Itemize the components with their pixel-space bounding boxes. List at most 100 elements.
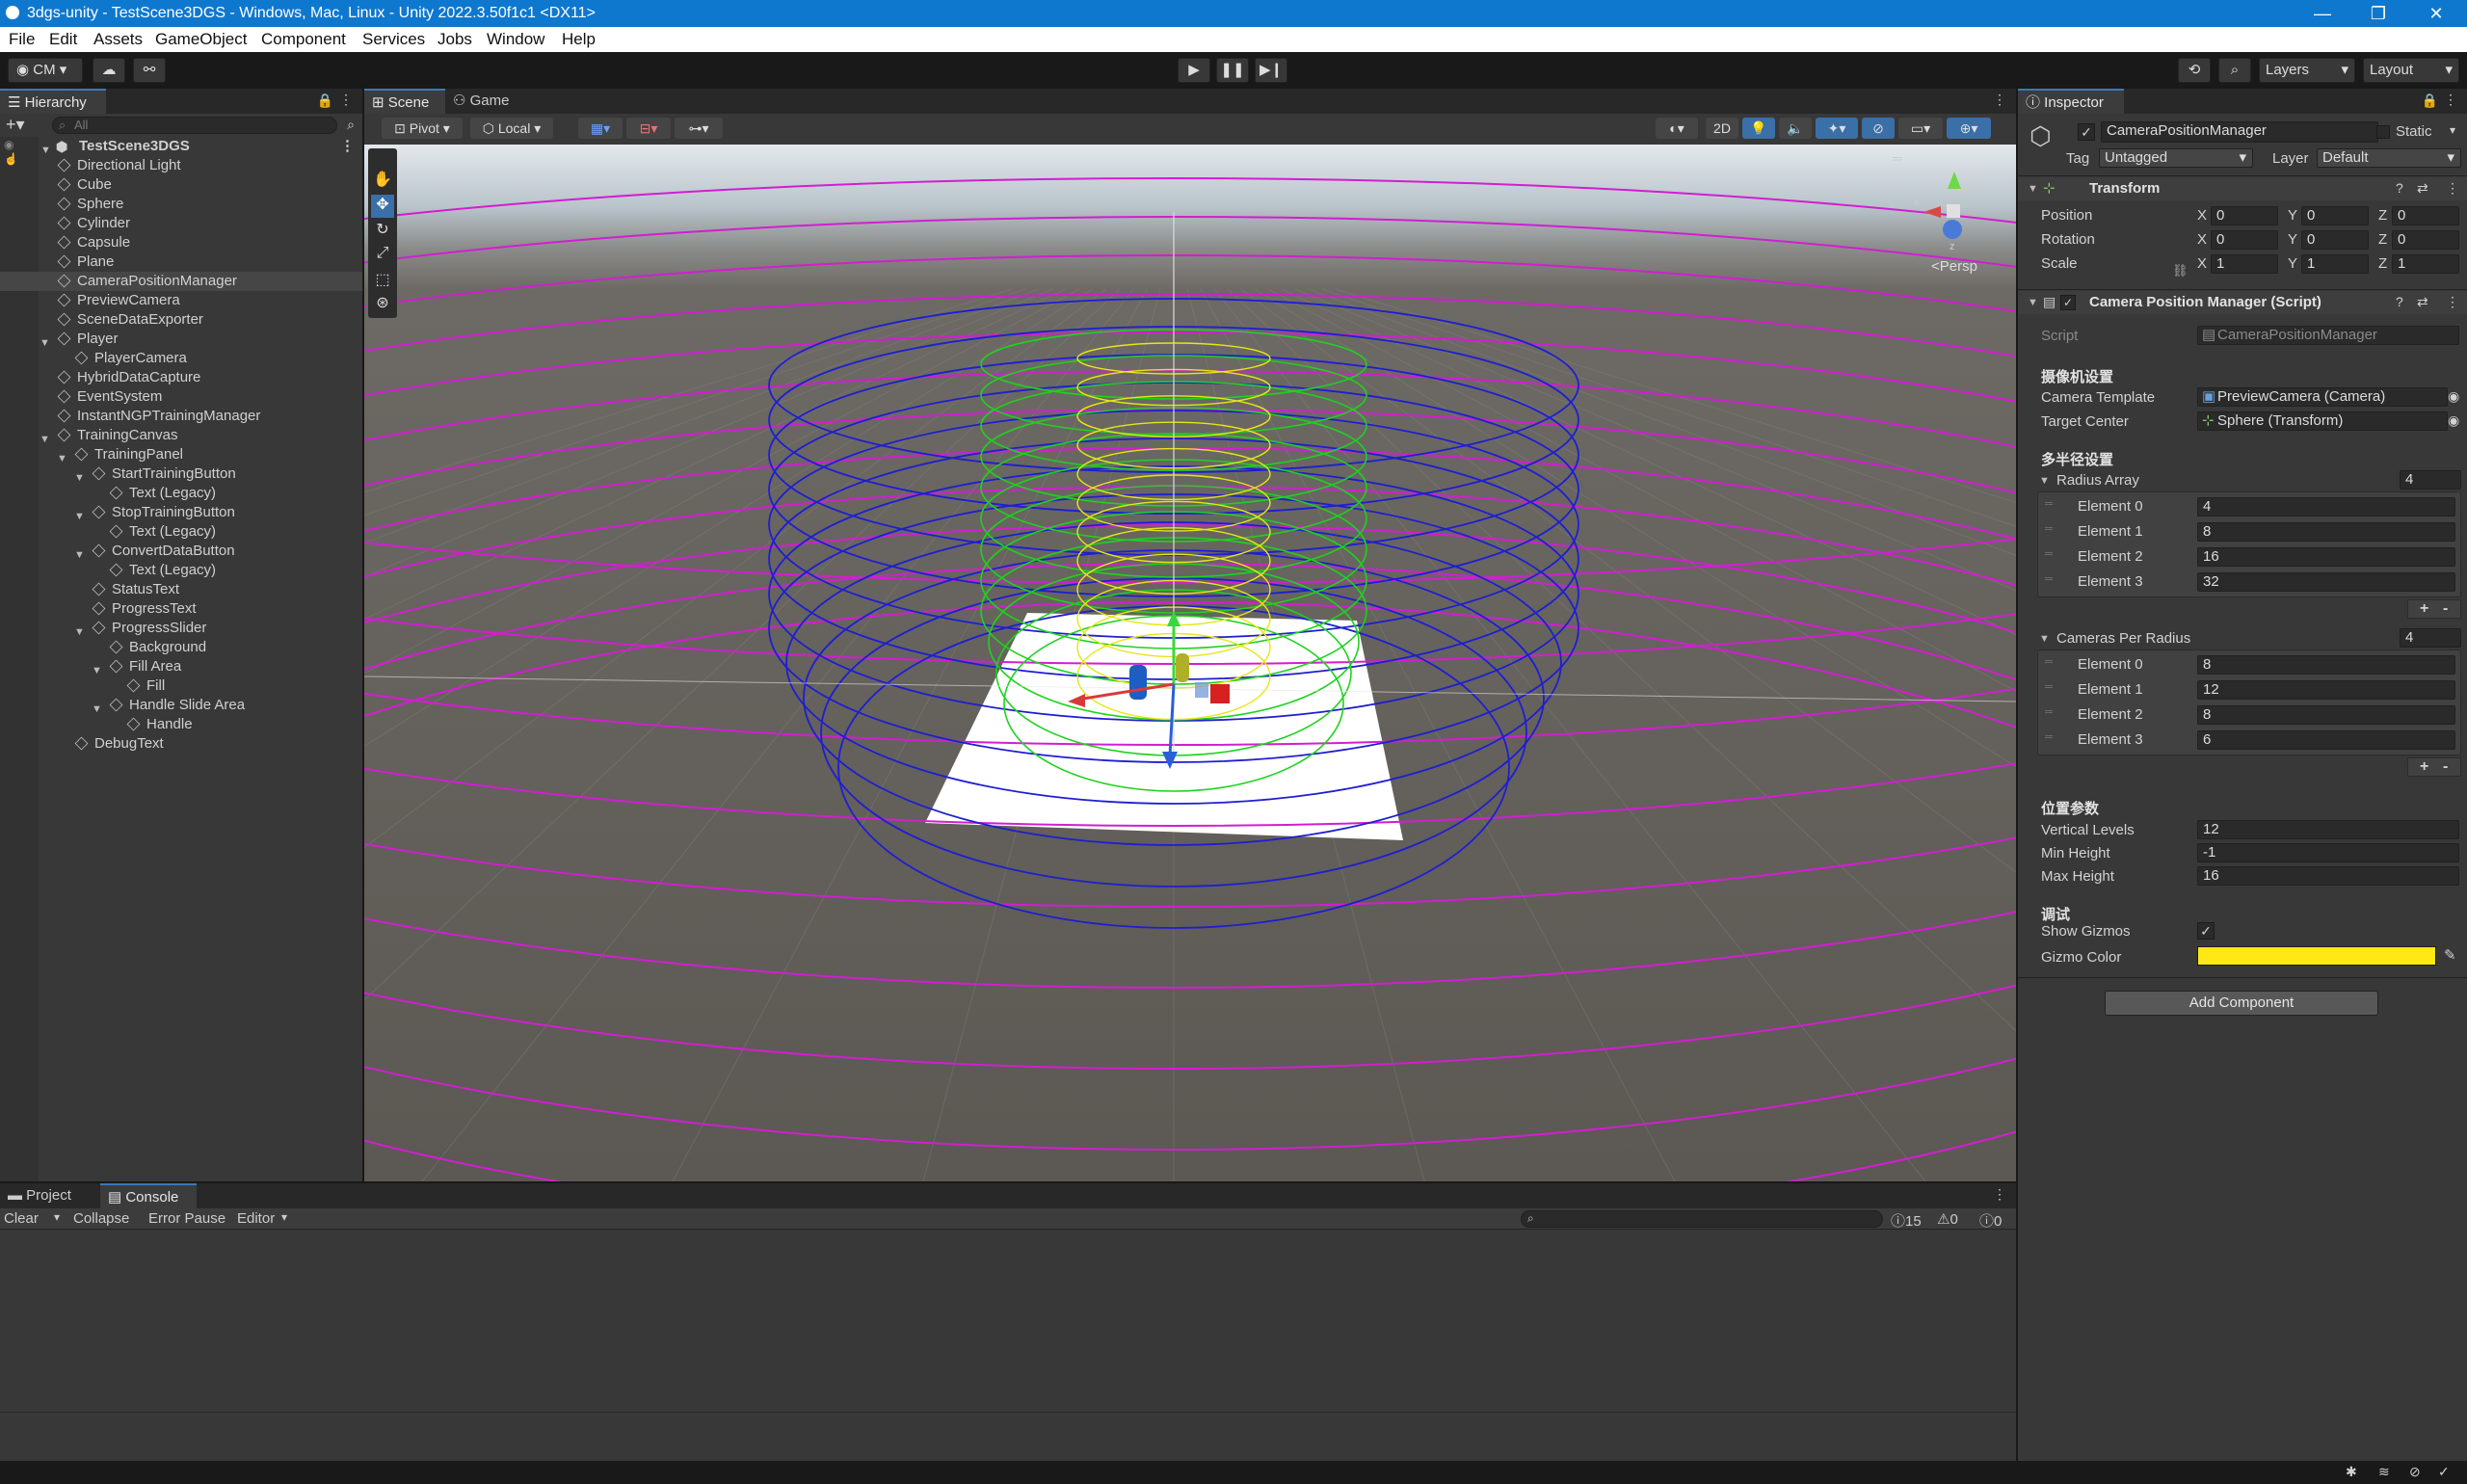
hierarchy-item[interactable]: Fill	[0, 676, 362, 696]
hierarchy-item[interactable]: ▼ Fill Area	[0, 657, 362, 676]
array-element-field[interactable]: 6	[2197, 730, 2455, 750]
hierarchy-item[interactable]: ▼ StartTrainingButton	[0, 464, 362, 484]
tab-scene[interactable]: ⊞ Scene	[364, 89, 445, 114]
lighting-icon[interactable]: 💡	[1742, 118, 1775, 139]
kebab-menu-icon[interactable]: ⋮	[2446, 294, 2459, 310]
hierarchy-item[interactable]: Directional Light	[0, 156, 362, 175]
show-gizmos-checkbox[interactable]: ✓	[2197, 922, 2215, 940]
add-icon[interactable]: +▾	[6, 115, 25, 135]
vertical-levels-field[interactable]: 12	[2197, 820, 2459, 839]
static-checkbox[interactable]	[2376, 125, 2390, 139]
help-icon[interactable]: ?	[2396, 294, 2403, 309]
active-checkbox[interactable]: ✓	[2078, 123, 2095, 141]
tab-hierarchy[interactable]: ☰ Hierarchy	[0, 89, 106, 114]
warning-count[interactable]: ⚠0	[1937, 1210, 1958, 1228]
drag-handle-icon[interactable]: ═	[2045, 731, 2053, 743]
collab-icon[interactable]: ⚯	[133, 58, 166, 83]
cache-icon[interactable]: ≋	[2378, 1464, 2390, 1480]
expand-arrow-icon[interactable]: ▼	[2028, 297, 2038, 308]
hierarchy-item[interactable]: Handle	[0, 715, 362, 734]
layers-dropdown[interactable]: Layers ▾	[2259, 58, 2355, 83]
hierarchy-item[interactable]: PreviewCamera	[0, 291, 362, 310]
array-element-field[interactable]: 16	[2197, 547, 2455, 567]
hierarchy-item[interactable]: Cylinder	[0, 214, 362, 233]
hierarchy-item[interactable]: SceneDataExporter	[0, 310, 362, 330]
projection-toggle[interactable]: <Persp	[1931, 258, 1977, 275]
hierarchy-item[interactable]: EventSystem	[0, 387, 362, 407]
minimize-button[interactable]: —	[2295, 0, 2349, 27]
collapse-button[interactable]: Collapse	[73, 1210, 129, 1227]
transform-y-field[interactable]: 0	[2301, 206, 2369, 225]
component-enabled-checkbox[interactable]: ✓	[2060, 295, 2076, 310]
hierarchy-item[interactable]: DebugText	[0, 734, 362, 754]
chevron-down-icon[interactable]: ▾	[2450, 123, 2455, 137]
array-element-field[interactable]: 12	[2197, 680, 2455, 700]
grid-snap-icon[interactable]: ▦▾	[578, 118, 623, 139]
error-count[interactable]: ⓘ0	[1979, 1210, 2002, 1231]
drag-handle-icon[interactable]: ═	[2045, 548, 2053, 560]
kebab-menu-icon[interactable]: ⋮	[2444, 92, 2457, 108]
info-count[interactable]: ⓘ15	[1891, 1210, 1922, 1231]
kebab-menu-icon[interactable]: ⋮	[1993, 1186, 2006, 1203]
kebab-menu-icon[interactable]: ⋮	[340, 137, 355, 156]
mode-2d-button[interactable]: 2D	[1706, 118, 1738, 139]
array-element-field[interactable]: 32	[2197, 572, 2455, 592]
target-center-field[interactable]: ⊹ Sphere (Transform)	[2197, 411, 2448, 431]
scene-viewport[interactable]: ✋ ✥ ↻ ⤢ ⬚ ⊛ x z <Persp ═	[364, 145, 2016, 1181]
cameras-per-radius-size-field[interactable]: 4	[2400, 628, 2461, 648]
hierarchy-item[interactable]: CameraPositionManager	[0, 272, 362, 291]
lock-icon[interactable]: 🔒	[317, 93, 333, 109]
snap-icon[interactable]: ⊟▾	[626, 118, 671, 139]
drag-handle-icon[interactable]: ═	[2045, 498, 2053, 510]
pivot-dropdown[interactable]: ⊡ Pivot ▾	[382, 118, 463, 139]
chevron-down-icon[interactable]: ▾	[54, 1210, 60, 1224]
transform-z-field[interactable]: 0	[2392, 230, 2459, 250]
min-height-field[interactable]: -1	[2197, 843, 2459, 862]
hierarchy-item[interactable]: ▼ TrainingPanel	[0, 445, 362, 464]
hierarchy-item[interactable]: StatusText	[0, 580, 362, 599]
gizmo-color-swatch[interactable]	[2197, 946, 2436, 966]
transform-z-field[interactable]: 1	[2392, 254, 2459, 274]
orientation-gizmo[interactable]: x z <Persp	[1895, 152, 2014, 287]
add-element-button[interactable]: +	[2420, 600, 2428, 618]
overlay-menu-icon[interactable]: ═	[1893, 150, 1902, 166]
error-pause-button[interactable]: Error Pause	[148, 1210, 225, 1227]
drag-handle-icon[interactable]: ═	[2045, 573, 2053, 585]
close-button[interactable]: ✕	[2409, 0, 2463, 27]
tab-console[interactable]: ▤ Console	[100, 1183, 197, 1208]
object-picker-icon[interactable]: ◉	[2448, 388, 2459, 405]
object-picker-icon[interactable]: ◉	[2448, 412, 2459, 429]
hierarchy-item[interactable]: ▼ TrainingCanvas	[0, 426, 362, 445]
array-element-field[interactable]: 8	[2197, 522, 2455, 542]
transform-x-field[interactable]: 0	[2211, 206, 2278, 225]
menu-services[interactable]: Services	[362, 30, 425, 49]
menu-gameobject[interactable]: GameObject	[155, 30, 247, 49]
console-search-input[interactable]: ⌕	[1521, 1210, 1883, 1228]
menu-jobs[interactable]: Jobs	[438, 30, 472, 49]
hierarchy-item[interactable]: ▼ ProgressSlider	[0, 619, 362, 638]
drag-handle-icon[interactable]: ═	[2045, 656, 2053, 668]
pause-icon[interactable]: ❚❚	[1216, 58, 1249, 83]
hierarchy-item[interactable]: PlayerCamera	[0, 349, 362, 368]
menu-help[interactable]: Help	[562, 30, 596, 49]
array-element-field[interactable]: 8	[2197, 705, 2455, 725]
object-name-field[interactable]: CameraPositionManager	[2101, 121, 2378, 143]
effects-icon[interactable]: ✦▾	[1816, 118, 1858, 139]
hierarchy-item[interactable]: ProgressText	[0, 599, 362, 619]
hierarchy-item[interactable]: Plane	[0, 252, 362, 272]
transform-y-field[interactable]: 1	[2301, 254, 2369, 274]
search-icon[interactable]: ⌕	[2218, 58, 2251, 83]
hierarchy-item[interactable]: ▼ StopTrainingButton	[0, 503, 362, 522]
account-button[interactable]: ◉ CM ▾	[8, 58, 83, 83]
add-component-button[interactable]: Add Component	[2105, 991, 2378, 1016]
layout-dropdown[interactable]: Layout ▾	[2363, 58, 2459, 83]
cloud-icon[interactable]: ☁	[93, 58, 125, 83]
hierarchy-item[interactable]: InstantNGPTrainingManager	[0, 407, 362, 426]
hierarchy-item[interactable]: ▼ Player	[0, 330, 362, 349]
clear-button[interactable]: Clear	[4, 1210, 39, 1227]
expand-arrow-icon[interactable]: ▼	[2039, 475, 2050, 487]
increment-snap-icon[interactable]: ⊶▾	[675, 118, 723, 139]
camera-template-field[interactable]: ▣ PreviewCamera (Camera)	[2197, 387, 2448, 407]
gizmo-z-cone[interactable]	[1943, 220, 1962, 239]
scene-canvas[interactable]	[364, 145, 2016, 1181]
